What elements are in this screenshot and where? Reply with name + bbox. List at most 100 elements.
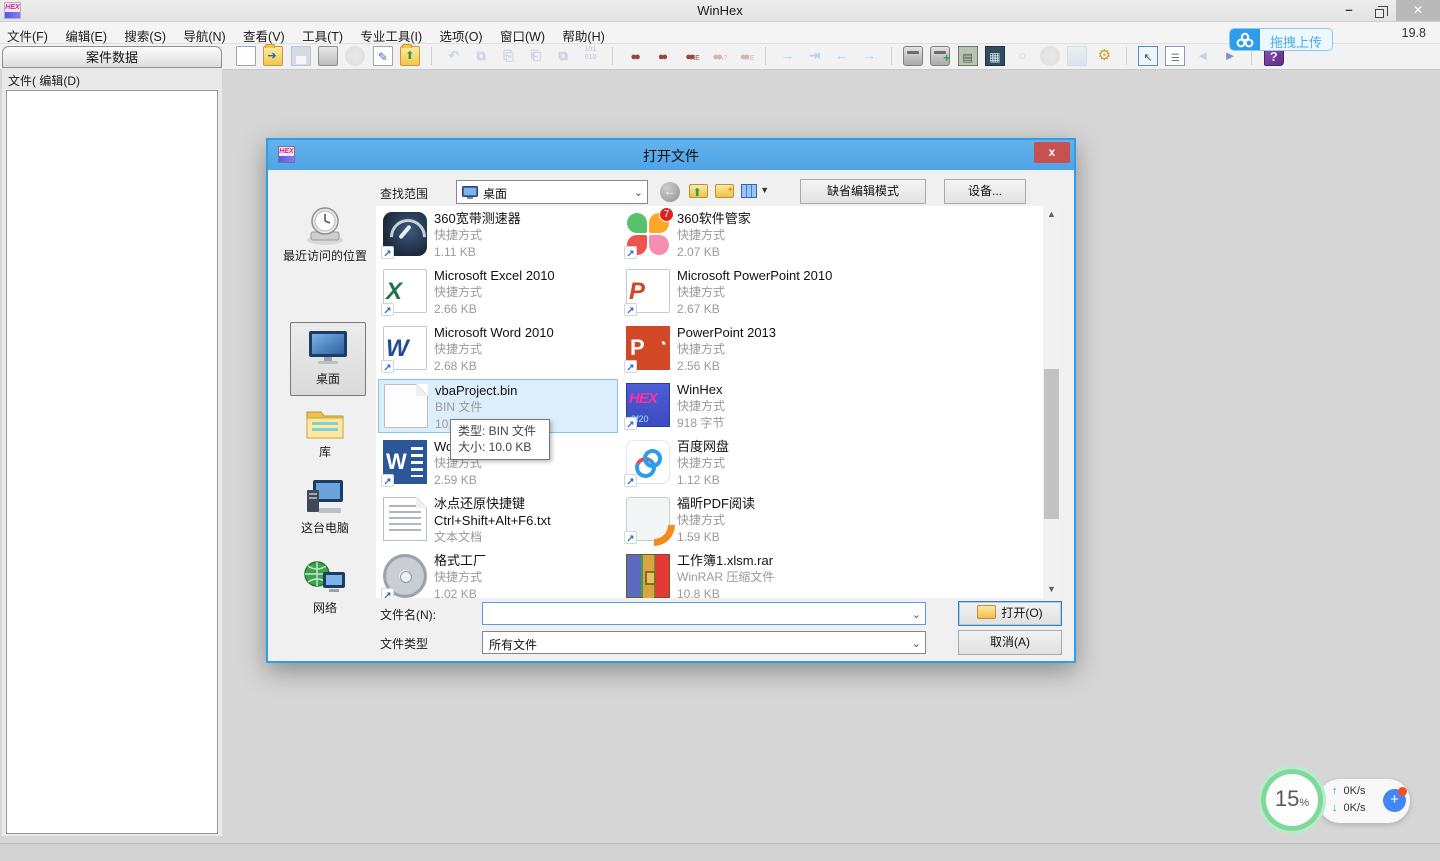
status-bar xyxy=(0,843,1440,861)
new-folder-button[interactable] xyxy=(712,180,736,204)
place-network[interactable]: 网络 xyxy=(276,558,374,616)
close-button[interactable] xyxy=(1396,0,1440,21)
file-item[interactable]: 福昕PDF阅读快捷方式1.59 KB xyxy=(621,493,861,547)
calculator-icon[interactable] xyxy=(985,46,1005,66)
menu-view[interactable]: 查看(V) xyxy=(236,22,292,45)
paste-clipboard-icon: ⎘ xyxy=(498,46,518,66)
combo-dropdown-icon[interactable]: ⌄ xyxy=(912,608,921,621)
upload-arrow-icon: ↑ xyxy=(1332,785,1338,797)
this-pc-icon xyxy=(303,478,347,518)
place-label: 库 xyxy=(276,445,374,460)
progress-ring[interactable]: 15% xyxy=(1261,769,1323,831)
shortcut-badge-icon xyxy=(381,474,394,487)
file-item[interactable]: 百度网盘快捷方式1.12 KB xyxy=(621,436,861,490)
scroll-down-icon[interactable]: ▼ xyxy=(1043,581,1060,598)
add-task-button[interactable]: + xyxy=(1383,789,1406,812)
file-type-combobox[interactable]: 所有文件 ⌄ xyxy=(482,631,926,654)
place-libraries[interactable]: 库 xyxy=(276,404,374,460)
new-file-icon[interactable] xyxy=(236,46,256,66)
look-in-combobox[interactable]: 桌面 ⌄ xyxy=(456,180,648,204)
menu-window[interactable]: 窗口(W) xyxy=(493,22,552,45)
goto-again-icon[interactable]: ⇥ xyxy=(805,46,825,66)
case-data-panel: 案件数据 文件( 编辑(D) xyxy=(2,46,222,836)
winhex-window: HEX WinHex 文件(F) 编辑(E) 搜索(S) 导航(N) 查看(V)… xyxy=(0,0,1440,861)
scroll-up-icon[interactable]: ▲ xyxy=(1043,206,1060,223)
forward-icon[interactable]: → xyxy=(859,46,879,66)
menu-file[interactable]: 文件(F) xyxy=(0,22,55,45)
tooltip-type: 类型: BIN 文件 xyxy=(458,423,542,439)
combo-dropdown-icon[interactable]: ⌄ xyxy=(912,637,921,650)
open-file-icon[interactable] xyxy=(263,46,283,66)
menu-tools[interactable]: 工具(T) xyxy=(295,22,350,45)
place-label: 最近访问的位置 xyxy=(276,249,374,264)
views-menu-button[interactable]: ▼ xyxy=(738,180,772,204)
file-item[interactable]: 格式工厂快捷方式1.02 KB xyxy=(378,550,618,598)
clone-disk-icon[interactable] xyxy=(930,46,950,66)
menu-options[interactable]: 选项(O) xyxy=(433,22,490,45)
speed-widget[interactable]: ↑0K/s ↓0K/s + xyxy=(1318,779,1410,823)
file-list-scrollbar[interactable]: ▲ ▼ xyxy=(1043,206,1060,598)
minimize-button[interactable] xyxy=(1334,0,1364,21)
details-view-icon[interactable] xyxy=(1165,46,1185,66)
file-item[interactable]: Microsoft Excel 2010快捷方式2.66 KB xyxy=(378,265,618,319)
goto-offset-icon[interactable]: → xyxy=(777,46,797,66)
select-window-icon[interactable] xyxy=(1138,46,1158,66)
back-nav-button[interactable]: ← xyxy=(658,180,682,204)
open-ram-icon[interactable] xyxy=(958,46,978,66)
case-panel-menu[interactable]: 文件( 编辑(D) xyxy=(8,72,80,89)
device-button[interactable]: 设备... xyxy=(944,179,1026,204)
open-button[interactable]: 打开(O) xyxy=(958,601,1062,626)
file-item[interactable]: 360宽带测速器快捷方式1.11 KB xyxy=(378,208,618,262)
find-again-icon[interactable] xyxy=(652,46,672,66)
find-hex-icon[interactable] xyxy=(679,46,699,66)
winrar-icon xyxy=(626,554,670,598)
place-desktop-selected-box[interactable]: 桌面 xyxy=(290,322,366,396)
place-recent[interactable]: 最近访问的位置 xyxy=(276,206,374,264)
menu-edit[interactable]: 编辑(E) xyxy=(58,22,114,45)
file-item[interactable]: PowerPoint 2013快捷方式2.56 KB xyxy=(621,322,861,376)
menu-search[interactable]: 搜索(S) xyxy=(117,22,173,45)
file-type-label: 文件类型 xyxy=(380,635,428,652)
badge-count: 7 xyxy=(659,207,674,222)
paste-write-icon: ⎗ xyxy=(526,46,546,66)
file-item[interactable]: Microsoft PowerPoint 2010快捷方式2.67 KB xyxy=(621,265,861,319)
file-name-input[interactable]: ⌄ xyxy=(482,602,926,625)
data-interpreter-icon xyxy=(1040,46,1060,66)
options-icon[interactable] xyxy=(1094,46,1114,66)
file-item[interactable]: 7 360软件管家快捷方式2.07 KB xyxy=(621,208,861,262)
file-name-label: 文件名(N): xyxy=(380,606,436,623)
file-item[interactable]: Microsoft Word 2010快捷方式2.68 KB xyxy=(378,322,618,376)
desktop-mini-icon xyxy=(462,186,478,199)
menu-help[interactable]: 帮助(H) xyxy=(555,22,611,45)
default-edit-mode-button[interactable]: 缺省编辑模式 xyxy=(800,179,926,204)
upload-speed: 0K/s xyxy=(1344,785,1366,797)
gallery-icon xyxy=(1067,46,1087,66)
menu-navigation[interactable]: 导航(N) xyxy=(176,22,232,45)
place-label: 网络 xyxy=(276,601,374,616)
edit-properties-icon[interactable] xyxy=(373,46,393,66)
file-item[interactable]: 冰点还原快捷键Ctrl+Shift+Alt+F6.txt文本文档 xyxy=(378,493,618,547)
place-this-pc[interactable]: 这台电脑 xyxy=(276,478,374,536)
look-in-value: 桌面 xyxy=(483,185,507,202)
drag-upload-button[interactable]: 拖拽上传 xyxy=(1229,28,1333,51)
place-label: 这台电脑 xyxy=(276,521,374,536)
file-list: 360宽带测速器快捷方式1.11 KB Microsoft Excel 2010… xyxy=(376,206,1060,598)
case-file-list[interactable] xyxy=(6,90,218,834)
shortcut-badge-icon xyxy=(624,417,637,430)
up-level-button[interactable] xyxy=(686,180,710,204)
download-speed: 0K/s xyxy=(1344,802,1366,814)
find-text-icon[interactable] xyxy=(624,46,644,66)
print-icon[interactable] xyxy=(318,46,338,66)
open-disk-icon[interactable] xyxy=(903,46,923,66)
file-item[interactable]: 工作簿1.xlsm.rarWinRAR 压缩文件10.8 KB xyxy=(621,550,861,598)
scrollbar-thumb[interactable] xyxy=(1044,369,1059,519)
file-item[interactable]: WinHex快捷方式918 字节 xyxy=(621,379,861,433)
dialog-close-button[interactable]: x xyxy=(1034,142,1070,163)
cancel-button[interactable]: 取消(A) xyxy=(958,630,1062,655)
case-data-tab[interactable]: 案件数据 xyxy=(2,46,222,68)
restore-button[interactable] xyxy=(1364,0,1394,21)
combo-dropdown-icon[interactable]: ⌄ xyxy=(634,186,643,199)
import-backup-icon[interactable] xyxy=(400,46,420,66)
menu-specialist[interactable]: 专业工具(I) xyxy=(353,22,429,45)
back-icon[interactable]: ← xyxy=(832,46,852,66)
